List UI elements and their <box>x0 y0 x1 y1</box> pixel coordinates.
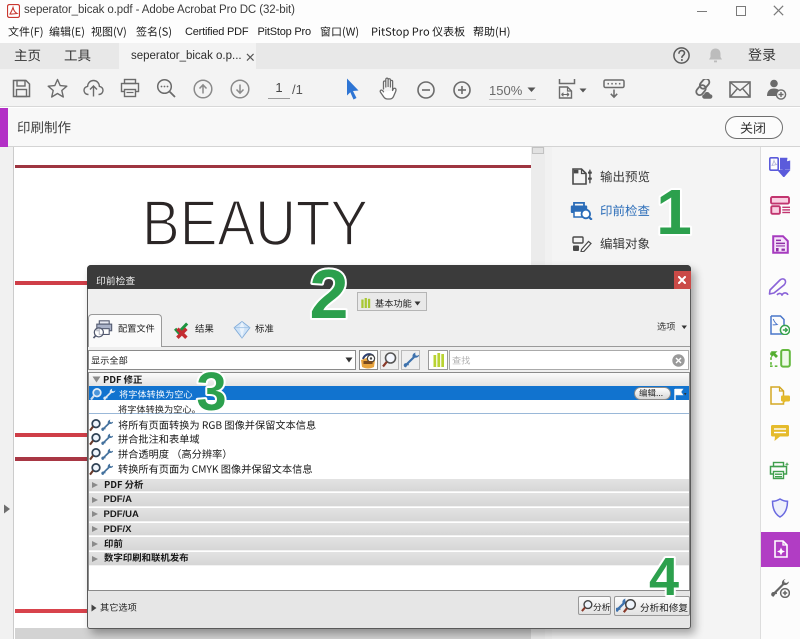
svg-text:3: 3 <box>196 362 226 418</box>
svg-text:2: 2 <box>310 260 349 326</box>
svg-text:1: 1 <box>656 180 692 242</box>
svg-text:4: 4 <box>649 548 679 602</box>
